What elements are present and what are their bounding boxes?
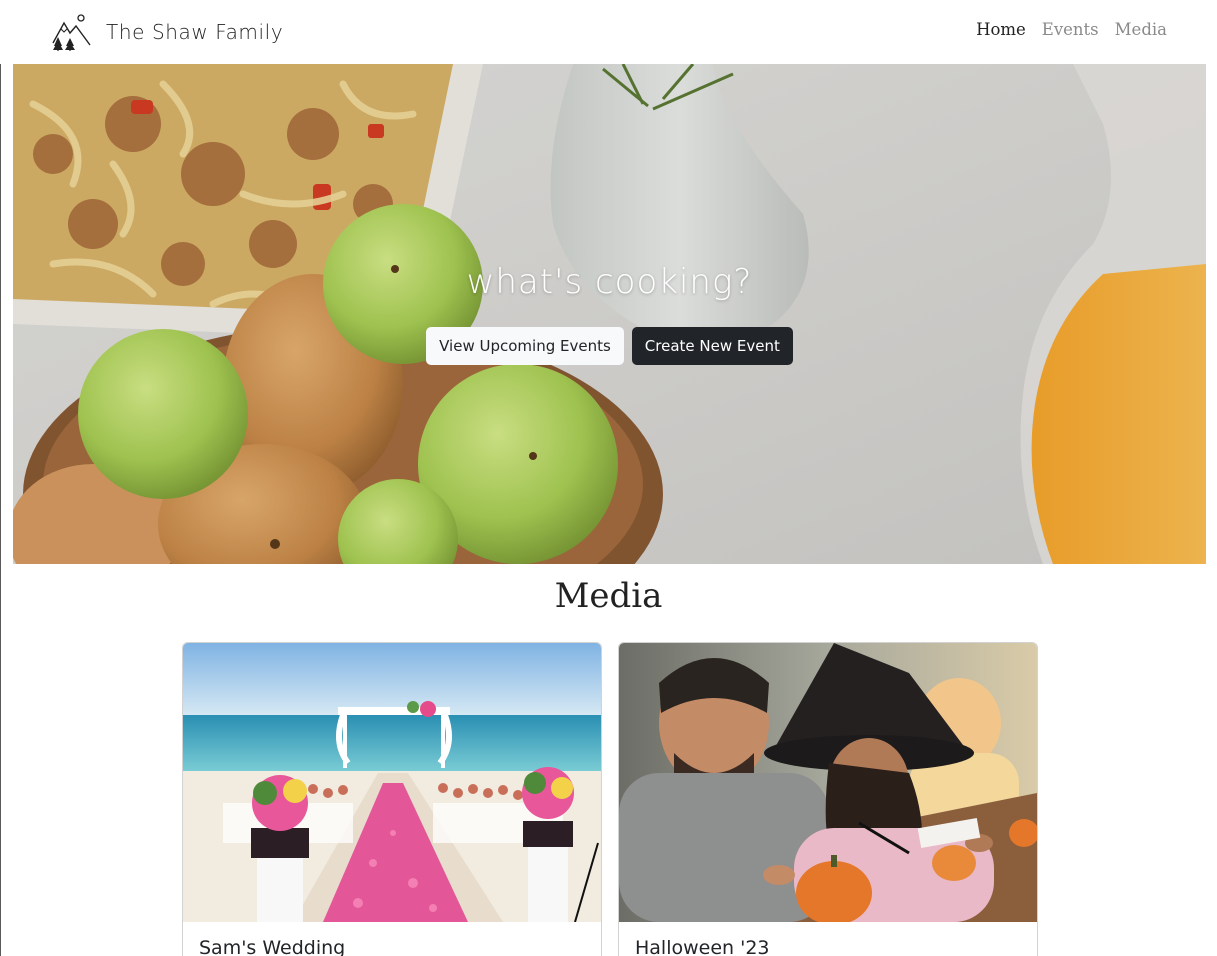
media-section-title: Media (554, 576, 663, 616)
beach-wedding-photo (183, 643, 601, 922)
pumpkin-carving-photo (619, 643, 1037, 922)
view-upcoming-events-button[interactable]: View Upcoming Events (426, 327, 624, 365)
nav-media-link[interactable]: Media (1115, 20, 1167, 39)
page: The Shaw Family Home Events Media what's… (0, 0, 1217, 956)
hero-banner: what's cooking? View Upcoming Events Cre… (13, 64, 1206, 564)
hero-actions: View Upcoming Events Create New Event (13, 327, 1206, 365)
food-table-photo (13, 64, 1206, 564)
nav-home-link[interactable]: Home (976, 20, 1026, 39)
brand-name: The Shaw Family (106, 20, 284, 44)
window-edge (0, 0, 1, 956)
media-card[interactable]: Halloween '23 (618, 642, 1038, 956)
nav-menu: Home Events Media (976, 20, 1167, 39)
mountain-trees-icon (52, 13, 92, 51)
create-new-event-button[interactable]: Create New Event (631, 327, 793, 365)
media-card-title: Sam's Wedding (199, 937, 346, 956)
media-card[interactable]: Sam's Wedding (182, 642, 602, 956)
brand-link[interactable]: The Shaw Family (52, 12, 283, 52)
media-card-title: Halloween '23 (635, 937, 770, 956)
nav-events-link[interactable]: Events (1042, 20, 1099, 39)
hero-title: what's cooking? (466, 262, 753, 302)
navbar: The Shaw Family Home Events Media (0, 0, 1217, 64)
